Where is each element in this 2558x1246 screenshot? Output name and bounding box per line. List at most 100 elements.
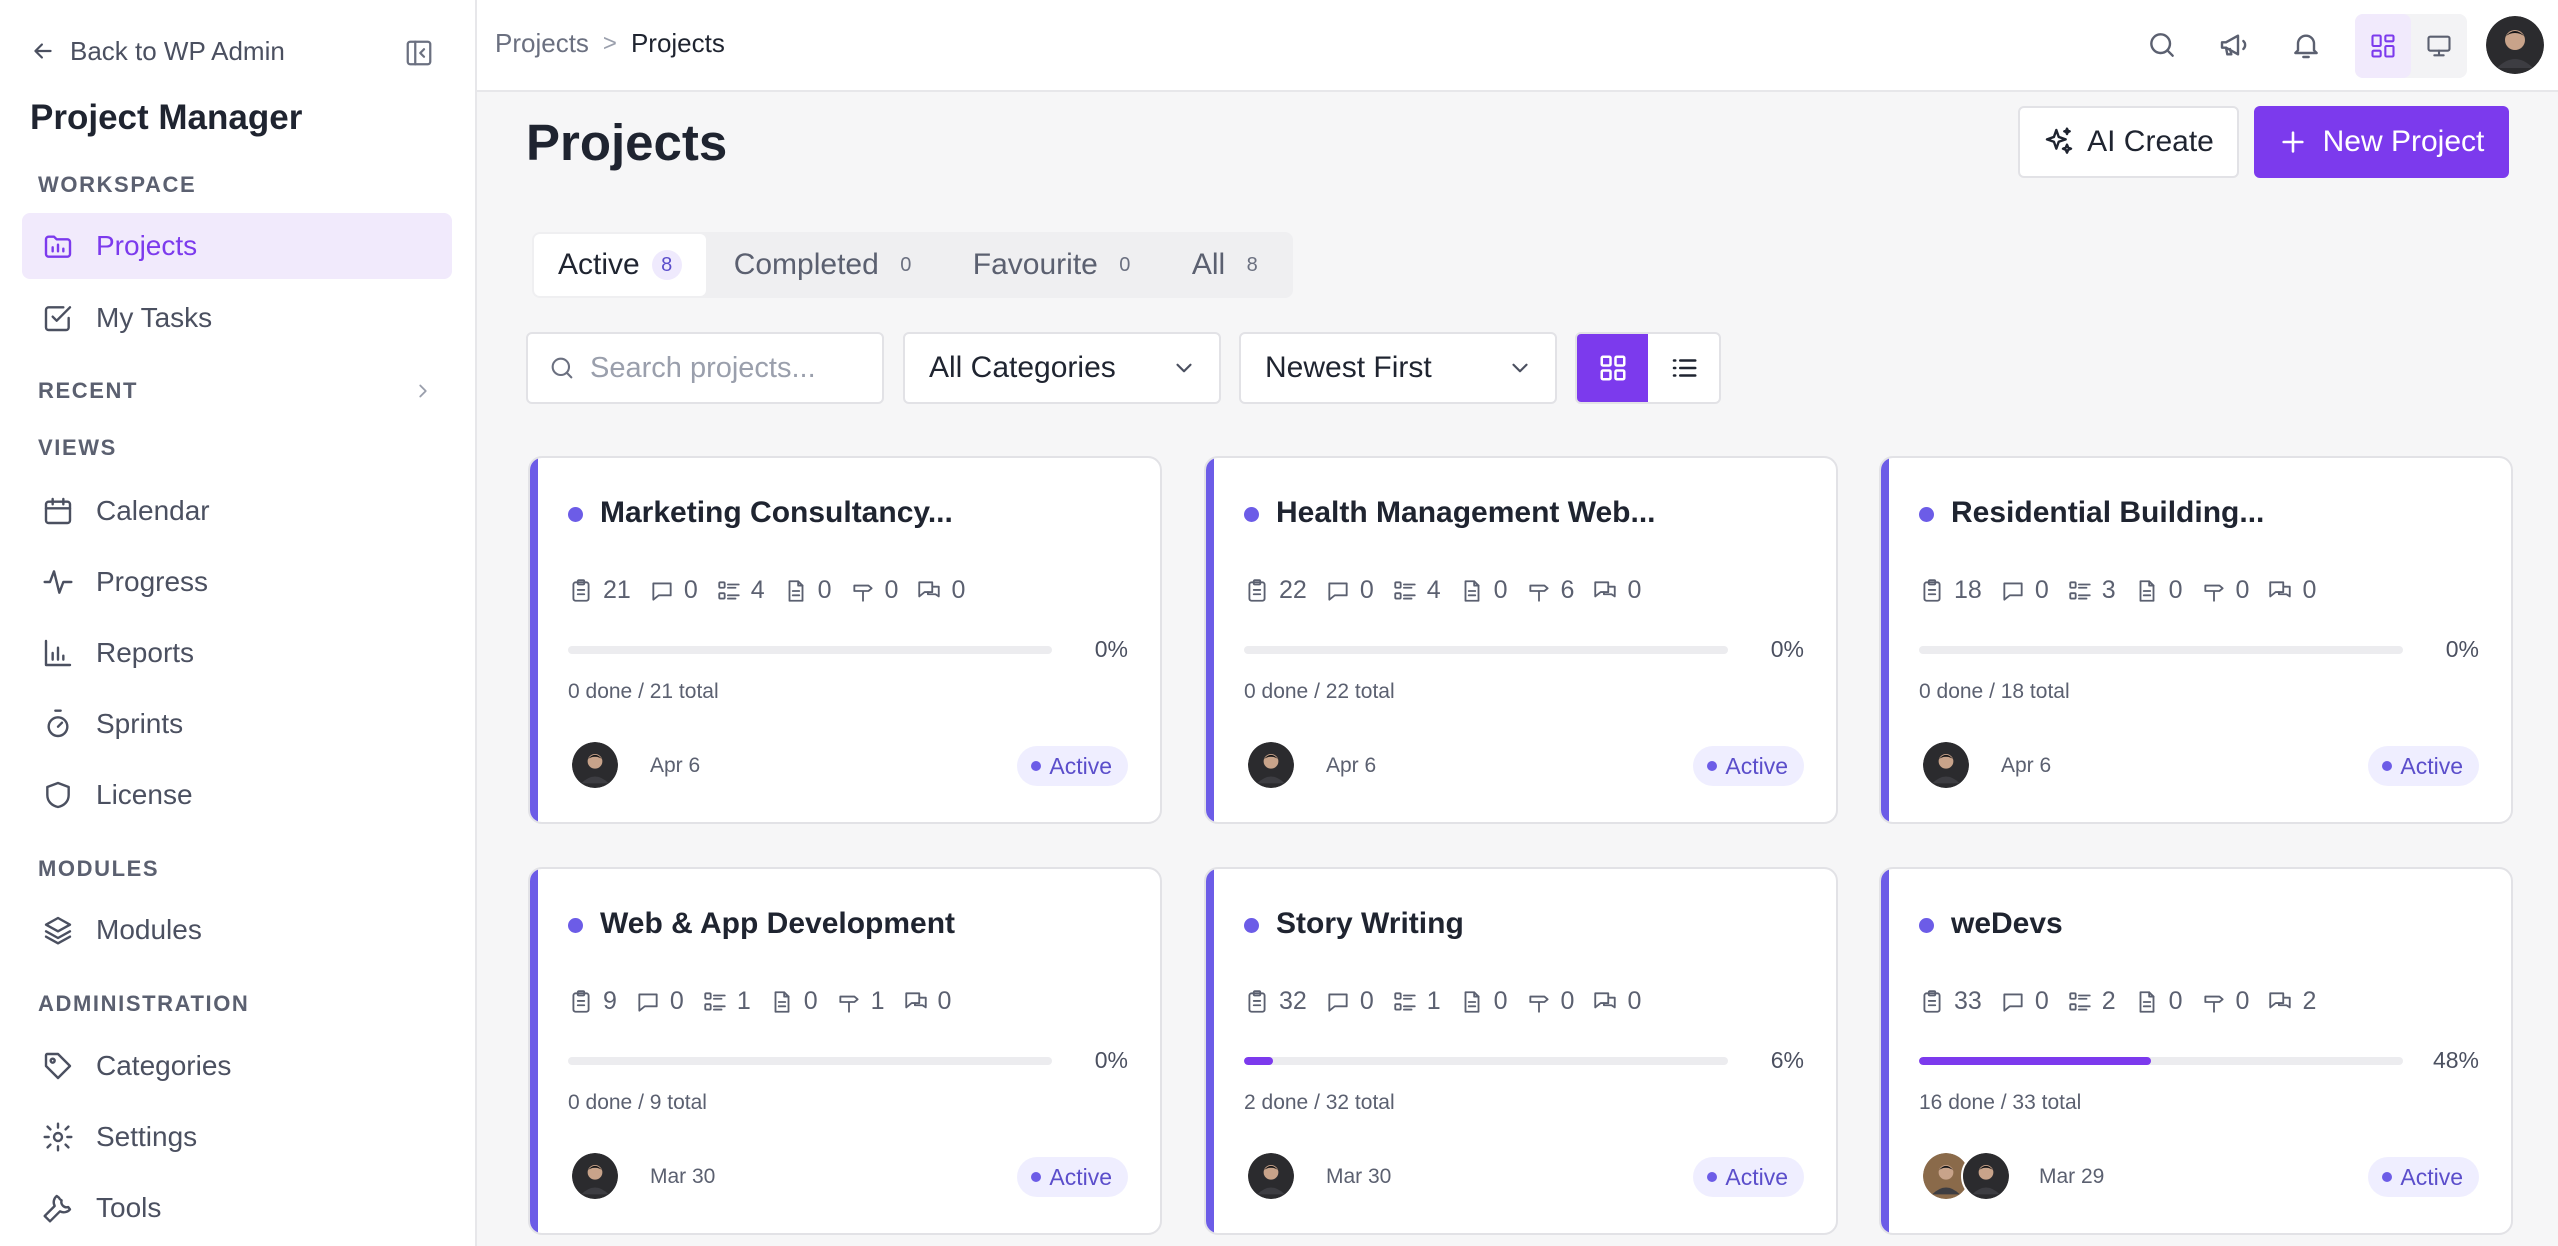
stat-milestone: 0 [850, 576, 899, 605]
megaphone-icon [2220, 34, 2247, 56]
status-dot [568, 918, 583, 933]
sidebar-item-categories[interactable]: Categories [22, 1033, 452, 1099]
stat-discussion: 0 [916, 576, 965, 605]
sidebar-item-progress[interactable]: Progress [22, 549, 452, 615]
member-avatar[interactable] [570, 740, 620, 790]
sidebar-item-modules[interactable]: Modules [22, 897, 452, 963]
project-title[interactable]: Health Management Web... [1276, 496, 1656, 530]
stat-value: 1 [870, 987, 885, 1015]
dashboard-mode-button[interactable] [2355, 14, 2411, 78]
sidebar-item-projects[interactable]: Projects [22, 213, 452, 279]
breadcrumb-projects-link[interactable]: Projects [495, 28, 589, 59]
stat-value: 0 [2235, 987, 2250, 1015]
member-avatar[interactable] [570, 1151, 620, 1201]
project-card[interactable]: Health Management Web... 22 0 4 0 6 0 0%… [1204, 456, 1838, 824]
comment-icon [652, 581, 672, 601]
progress-bar-fill [1244, 1057, 1274, 1065]
checkbox-icon [44, 306, 72, 332]
sort-select[interactable]: Newest First [1239, 332, 1557, 404]
member-avatar[interactable] [1921, 740, 1971, 790]
member-avatar[interactable] [1961, 1151, 2011, 1201]
project-date: Apr 6 [1326, 754, 1377, 777]
project-title[interactable]: weDevs [1951, 907, 2063, 941]
member-avatar[interactable] [1246, 1151, 1296, 1201]
stat-list: 4 [1392, 576, 1441, 605]
project-card[interactable]: Web & App Development 9 0 1 0 1 0 0% 0 d… [528, 867, 1162, 1235]
project-title[interactable]: Story Writing [1276, 907, 1464, 941]
sidebar-item-settings[interactable]: Settings [22, 1104, 452, 1170]
progress-bar [568, 646, 1052, 654]
grid-view-button[interactable] [1577, 334, 1648, 402]
task-completion-count: 0 done / 22 total [1244, 680, 1395, 703]
tab-completed[interactable]: Completed 0 [710, 234, 945, 296]
sidebar-item-label: Categories [96, 1050, 232, 1081]
stat-value: 21 [603, 576, 631, 604]
stat-discussion: 0 [903, 987, 951, 1016]
tab-all[interactable]: All 8 [1168, 234, 1291, 296]
milestone-icon [1528, 584, 1549, 602]
project-date: Mar 29 [2039, 1165, 2105, 1188]
collapse-sidebar-button[interactable] [402, 36, 436, 70]
sidebar-item-license[interactable]: License [22, 762, 452, 828]
stat-value: 9 [603, 987, 617, 1015]
stat-file: 0 [2134, 576, 2183, 605]
tab-count-badge: 8 [651, 250, 682, 280]
search-input[interactable] [590, 351, 860, 385]
project-title[interactable]: Web & App Development [600, 907, 955, 941]
sidebar-item-label: Settings [96, 1121, 198, 1152]
stat-value: 3 [2101, 576, 2116, 604]
project-title[interactable]: Residential Building... [1951, 496, 2264, 530]
sidebar-item-label: Tools [96, 1192, 162, 1223]
list-view-button[interactable] [1648, 334, 1719, 402]
stat-value: 4 [1426, 576, 1441, 604]
sidebar-item-my-tasks[interactable]: My Tasks [22, 285, 452, 351]
category-select[interactable]: All Categories [903, 332, 1221, 404]
list-icon [704, 991, 726, 1011]
discussion-icon [904, 991, 927, 1008]
member-avatar[interactable] [1246, 740, 1296, 790]
breadcrumb: Projects > Projects [495, 28, 725, 59]
file-icon [1464, 990, 1480, 1013]
project-card[interactable]: weDevs 33 0 2 0 0 2 48% 16 done / 33 tot… [1879, 867, 2513, 1235]
project-title[interactable]: Marketing Consultancy... [600, 496, 953, 530]
sidebar-item-sprints[interactable]: Sprints [22, 691, 452, 757]
sidebar-item-label: License [96, 779, 193, 810]
clipboard-icon [1923, 989, 1941, 1013]
status-dot [1919, 507, 1934, 522]
desktop-mode-button[interactable] [2411, 14, 2467, 78]
announcements-button[interactable] [2215, 26, 2253, 64]
arrow-left-icon [34, 43, 52, 59]
sidebar-item-reports[interactable]: Reports [22, 620, 452, 686]
search-button[interactable] [2143, 26, 2181, 64]
chevron-right-icon[interactable] [412, 380, 434, 402]
notifications-button[interactable] [2287, 26, 2325, 64]
tab-active[interactable]: Active 8 [534, 234, 706, 296]
project-card[interactable]: Marketing Consultancy... 21 0 4 0 0 0 0%… [528, 456, 1162, 824]
section-label-views: VIEWS [38, 435, 117, 460]
back-to-wp-admin-link[interactable]: Back to WP Admin [30, 34, 285, 68]
progress-bar [568, 1057, 1052, 1065]
project-card[interactable]: Story Writing 32 0 1 0 0 0 6% 2 done / 3… [1204, 867, 1838, 1235]
project-card[interactable]: Residential Building... 18 0 3 0 0 0 0% … [1879, 456, 2513, 824]
stat-value: 0 [884, 576, 899, 604]
stat-value: 33 [1954, 987, 1982, 1015]
tab-favourite[interactable]: Favourite 0 [949, 234, 1164, 296]
stat-comment: 0 [2000, 987, 2049, 1016]
comment-icon [1328, 581, 1348, 601]
search-icon [2150, 33, 2174, 57]
page-title: Projects [526, 114, 728, 171]
stat-comment: 0 [1325, 576, 1374, 605]
sidebar-item-calendar[interactable]: Calendar [22, 478, 452, 544]
activity-icon [43, 570, 73, 594]
sidebar-item-tools[interactable]: Tools [22, 1175, 452, 1241]
task-completion-count: 0 done / 9 total [568, 1091, 707, 1114]
new-project-button[interactable]: New Project [2254, 106, 2509, 178]
user-avatar[interactable] [2486, 16, 2544, 74]
tab-label: Favourite [972, 248, 1098, 281]
task-completion-count: 16 done / 33 total [1919, 1091, 2082, 1114]
discussion-icon [918, 580, 941, 597]
list-icon [2069, 580, 2091, 600]
stat-value: 0 [1560, 987, 1575, 1015]
stat-milestone: 1 [836, 987, 885, 1016]
ai-create-button[interactable]: AI Create [2018, 106, 2239, 178]
